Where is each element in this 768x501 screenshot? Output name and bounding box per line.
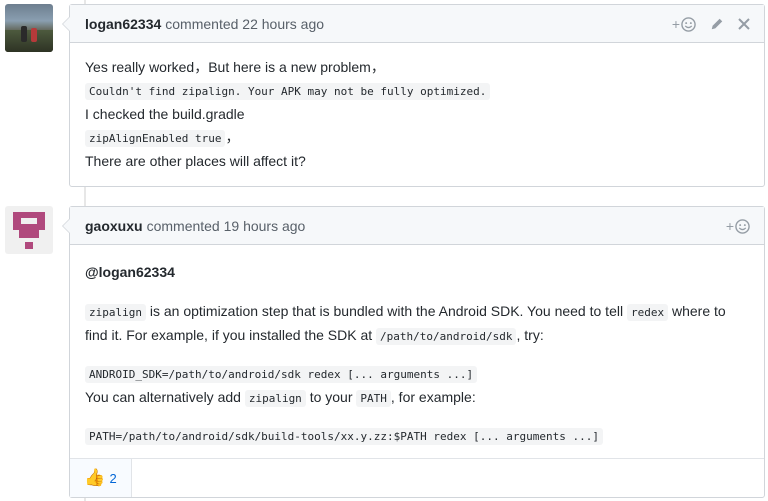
- identicon-block: [25, 242, 33, 249]
- inline-code: zipalign: [244, 390, 306, 407]
- comment-body: Yes really worked，But here is a new prob…: [70, 43, 764, 173]
- comment-author[interactable]: logan62334: [85, 16, 161, 32]
- code-block-text: ANDROID_SDK=/path/to/android/sdk redex […: [85, 366, 478, 383]
- pencil-icon[interactable]: [710, 17, 724, 31]
- comment-text: ，: [225, 128, 240, 145]
- avatar-logan62334[interactable]: [5, 4, 53, 52]
- user-mention[interactable]: @logan62334: [85, 261, 749, 284]
- inline-code: zipalign: [85, 304, 146, 321]
- comment-actions: +: [672, 5, 750, 43]
- code-block-text: PATH=/path/to/android/sdk/build-tools/xx…: [85, 428, 603, 445]
- comment-timestamp[interactable]: commented 19 hours ago: [147, 218, 306, 234]
- comment-text: I checked the build.gradle: [85, 106, 245, 122]
- inline-code: /path/to/android/sdk: [376, 328, 517, 345]
- close-icon[interactable]: [738, 18, 750, 30]
- comment-text: is an optimization step that is bundled …: [145, 303, 627, 319]
- add-reaction-icon[interactable]: +: [672, 16, 696, 32]
- reactions-bar: 👍 2: [70, 458, 764, 497]
- code-block: PATH=/path/to/android/sdk/build-tools/xx…: [85, 424, 749, 448]
- avatar-gaoxuxu[interactable]: [5, 206, 53, 254]
- comment-body: @logan62334 zipalign is an optimization …: [70, 245, 764, 448]
- comment-text: You can alternatively add: [85, 389, 245, 405]
- comment-text: , try:: [516, 327, 544, 343]
- comment-paragraph: zipalign is an optimization step that is…: [85, 300, 749, 348]
- comment-gaoxuxu: gaoxuxu commented 19 hours ago + @logan6…: [62, 206, 765, 498]
- comment-header: gaoxuxu commented 19 hours ago +: [70, 207, 764, 245]
- comment-text: There are other places will affect it?: [85, 153, 306, 169]
- avatar-photo-person: [21, 26, 27, 42]
- inline-code: redex: [626, 304, 669, 321]
- comment-code-line: Couldn't find zipalign. Your APK may not…: [85, 79, 749, 104]
- inline-code: zipAlignEnabled true: [85, 129, 226, 147]
- comment-text: to your: [305, 389, 357, 405]
- code-block: ANDROID_SDK=/path/to/android/sdk redex […: [85, 362, 749, 386]
- inline-code: PATH: [356, 390, 391, 407]
- comment-author[interactable]: gaoxuxu: [85, 218, 143, 234]
- identicon-block: [13, 218, 21, 230]
- reaction-count: 2: [109, 470, 117, 486]
- add-reaction-icon[interactable]: +: [726, 218, 750, 234]
- thumbs-up-icon: 👍: [84, 468, 106, 487]
- comment-paragraph: You can alternatively add zipalign to yo…: [85, 386, 749, 410]
- inline-code: Couldn't find zipalign. Your APK may not…: [85, 82, 491, 100]
- comment-text: , for example:: [390, 389, 476, 405]
- comment-timestamp[interactable]: commented 22 hours ago: [165, 16, 324, 32]
- avatar-photo-hill: [5, 30, 53, 52]
- comment-code-line: zipAlignEnabled true，: [85, 126, 749, 151]
- comment-header: logan62334 commented 22 hours ago +: [70, 5, 764, 43]
- identicon-block: [37, 218, 45, 230]
- comment-logan62334: logan62334 commented 22 hours ago + Yes …: [62, 4, 765, 187]
- thumbs-up-reaction-button[interactable]: 👍 2: [70, 459, 132, 497]
- identicon-block: [19, 230, 39, 238]
- comment-text: Yes really worked，But here is a new prob…: [85, 59, 385, 75]
- comment-actions: +: [726, 207, 750, 245]
- avatar-photo-person: [31, 28, 37, 42]
